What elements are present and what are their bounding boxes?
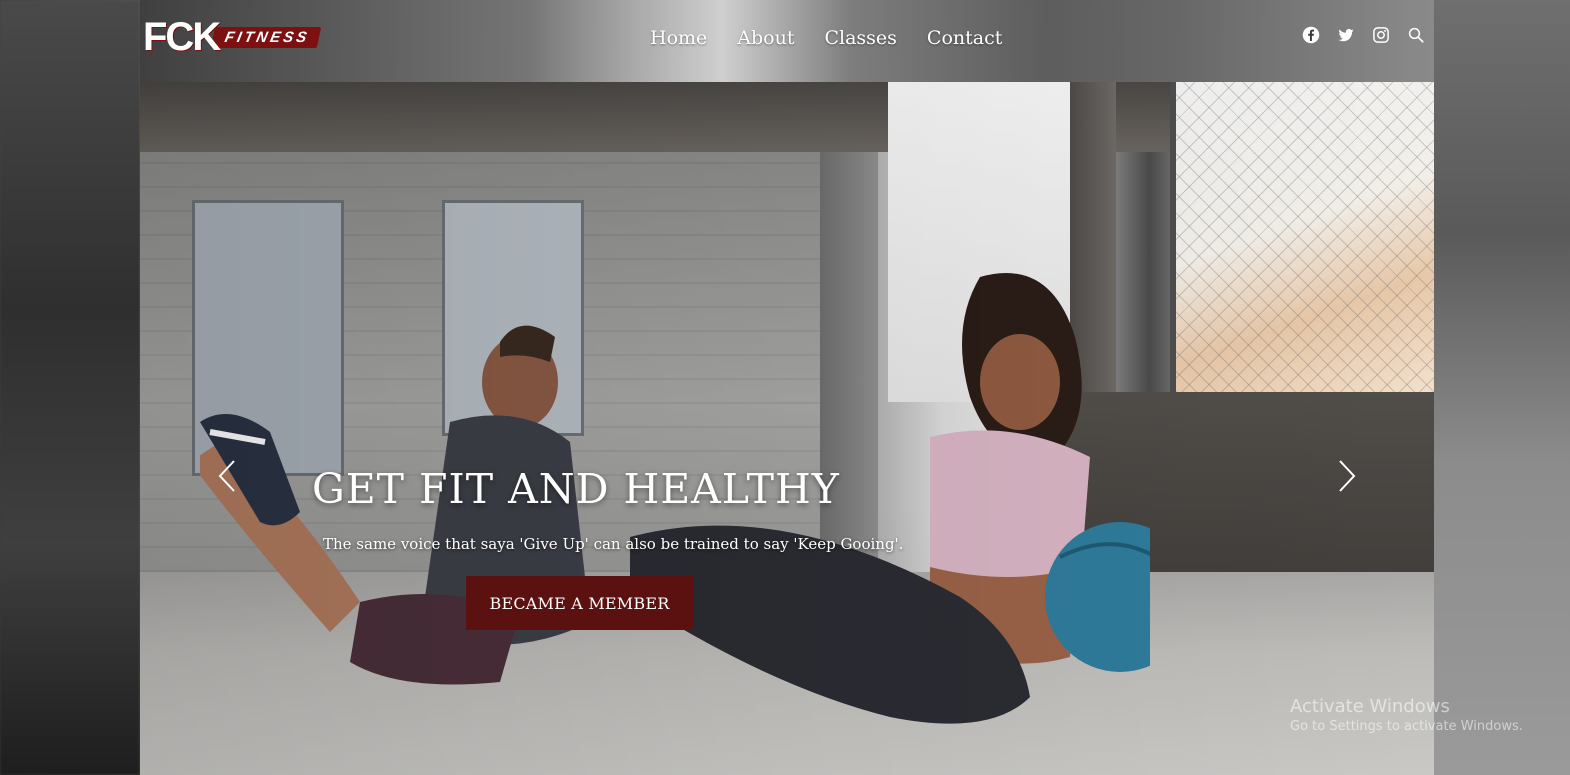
hero-overlay	[140, 82, 1434, 775]
social-links	[1302, 26, 1425, 44]
windows-activation-watermark: Activate Windows Go to Settings to activ…	[1290, 696, 1523, 734]
logo-tagline: FITNESS	[210, 26, 322, 48]
nav-item-home[interactable]: Home	[650, 27, 707, 49]
facebook-icon[interactable]	[1302, 26, 1320, 44]
background-right	[1434, 0, 1570, 775]
watermark-title: Activate Windows	[1290, 696, 1450, 717]
background-left	[0, 0, 140, 775]
hero-subtitle: The same voice that saya 'Give Up' can a…	[323, 535, 904, 553]
logo[interactable]: FCK FITNESS	[143, 8, 338, 66]
chevron-right-icon	[1339, 460, 1356, 492]
page: FCK FITNESS Home About Classes Contact G…	[0, 0, 1570, 775]
nav-item-contact[interactable]: Contact	[927, 27, 1002, 49]
site-header: FCK FITNESS Home About Classes Contact	[0, 0, 1570, 82]
chevron-left-icon	[218, 460, 235, 492]
logo-mark: FCK	[143, 15, 221, 59]
become-member-button[interactable]: BECAME A MEMBER	[466, 576, 693, 630]
slider-prev-button[interactable]	[214, 456, 240, 496]
nav-item-about[interactable]: About	[737, 27, 794, 49]
watermark-subtitle: Go to Settings to activate Windows.	[1290, 719, 1523, 734]
nav-item-classes[interactable]: Classes	[824, 27, 896, 49]
hero-title: GET FIT AND HEALTHY	[312, 465, 840, 513]
main-nav: Home About Classes Contact	[650, 22, 1002, 54]
instagram-icon[interactable]	[1372, 26, 1390, 44]
slider-next-button[interactable]	[1334, 456, 1360, 496]
hero-slider: GET FIT AND HEALTHY The same voice that …	[140, 82, 1434, 775]
search-icon[interactable]	[1407, 26, 1425, 44]
twitter-icon[interactable]	[1337, 26, 1355, 44]
